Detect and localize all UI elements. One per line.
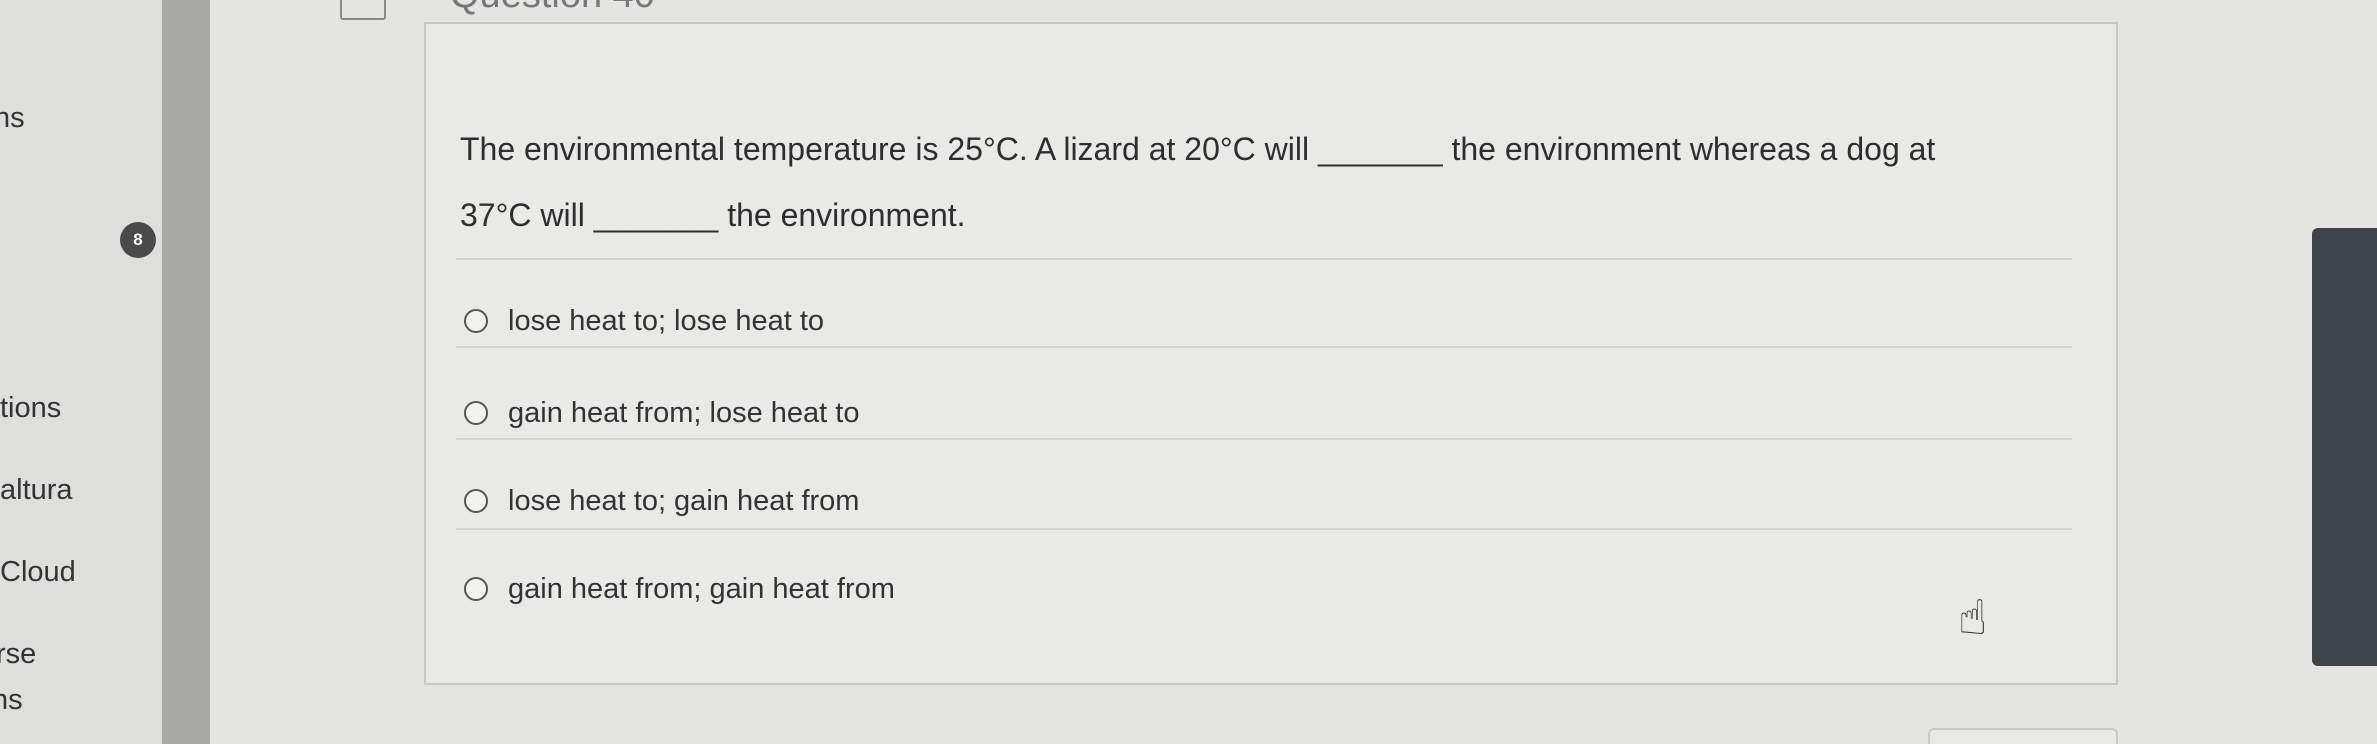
radio-button[interactable]	[464, 309, 488, 333]
divider	[456, 438, 2072, 440]
question-title: Question 40	[450, 0, 655, 17]
nav-item-3[interactable]: Cloud	[0, 556, 76, 589]
answer-option-label: gain heat from; gain heat from	[508, 572, 895, 605]
question-number-badge: 8	[120, 222, 156, 258]
flag-question-box[interactable]	[340, 0, 386, 20]
left-navigation: ns tions altura Cloud rse ns	[0, 0, 185, 744]
nav-item-0[interactable]: ns	[0, 102, 25, 135]
divider	[456, 346, 2072, 348]
answer-option-1[interactable]: lose heat to; lose heat to	[464, 276, 2064, 366]
answer-option-label: gain heat from; lose heat to	[508, 396, 860, 429]
next-button-box[interactable]	[1928, 728, 2118, 744]
nav-item-1[interactable]: tions	[0, 392, 61, 425]
hand-pointer-icon: ☝	[1958, 592, 1988, 645]
divider	[456, 528, 2072, 530]
nav-item-5[interactable]: ns	[0, 684, 23, 717]
radio-button[interactable]	[464, 401, 488, 425]
question-card: The environmental temperature is 25°C. A…	[424, 22, 2118, 685]
divider	[456, 258, 2072, 260]
nav-item-4[interactable]: rse	[0, 638, 36, 671]
answer-option-4[interactable]: gain heat from; gain heat from	[464, 544, 2064, 634]
side-panel[interactable]	[2312, 228, 2377, 666]
question-prompt: The environmental temperature is 25°C. A…	[460, 116, 2070, 248]
page: ns tions altura Cloud rse ns 8 Question …	[0, 0, 2377, 744]
answer-option-2[interactable]: gain heat from; lose heat to	[464, 368, 2064, 458]
radio-button[interactable]	[464, 489, 488, 513]
nav-scrollbar[interactable]	[162, 0, 210, 744]
answer-option-label: lose heat to; gain heat from	[508, 484, 860, 517]
answer-option-3[interactable]: lose heat to; gain heat from	[464, 456, 2064, 546]
prompt-line-1: The environmental temperature is 25°C. A…	[460, 131, 1936, 167]
radio-button[interactable]	[464, 577, 488, 601]
prompt-line-2: 37°C will _______ the environment.	[460, 197, 966, 233]
answer-option-label: lose heat to; lose heat to	[508, 304, 824, 337]
nav-item-2[interactable]: altura	[0, 474, 73, 507]
